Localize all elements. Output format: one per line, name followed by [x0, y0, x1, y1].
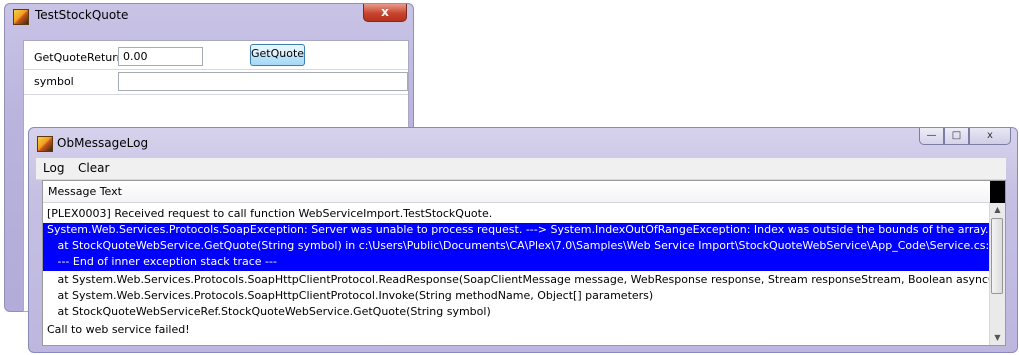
maximize-button[interactable]: □ [944, 128, 969, 145]
minimize-button[interactable]: — [919, 128, 944, 145]
list-item-selected[interactable]: at StockQuoteWebService.GetQuote(String … [43, 239, 991, 255]
list-item[interactable]: at StockQuoteWebServiceRef.StockQuoteWeb… [43, 305, 991, 321]
close-button[interactable]: x [969, 128, 1011, 145]
vertical-scrollbar[interactable]: ▲ ▼ [989, 203, 1005, 345]
app-icon [13, 9, 29, 25]
divider [24, 69, 408, 70]
list-item[interactable]: at System.Web.Services.Protocols.SoapHtt… [43, 289, 991, 305]
getquotereturn-label: GetQuoteReturn [34, 51, 124, 64]
menu-log[interactable]: Log [43, 161, 64, 175]
symbol-label: symbol [34, 75, 74, 88]
window-controls: — □ x [919, 128, 1011, 146]
menu-clear[interactable]: Clear [78, 161, 109, 175]
list-item[interactable]: [PLEX0003] Received request to call func… [43, 207, 991, 223]
header-corner [990, 181, 1005, 203]
app-icon [37, 136, 53, 152]
window-title: TestStockQuote [35, 8, 129, 22]
getquote-button[interactable]: GetQuote [250, 44, 305, 66]
list-item[interactable]: Call to web service failed! [43, 323, 991, 339]
menu-bar: Log Clear [36, 158, 1006, 180]
message-list[interactable]: Message Text [PLEX0003] Received request… [42, 180, 1006, 346]
getquotereturn-field[interactable]: 0.00 [118, 47, 203, 66]
symbol-field[interactable] [118, 72, 408, 91]
column-header-message-text[interactable]: Message Text [43, 181, 991, 203]
list-item-selected[interactable]: System.Web.Services.Protocols.SoapExcept… [43, 223, 991, 239]
scroll-thumb[interactable] [991, 218, 1003, 294]
teststockquote-titlebar[interactable]: TestStockQuote [5, 4, 413, 28]
list-item[interactable]: at System.Web.Services.Protocols.SoapHtt… [43, 273, 991, 289]
list-item-selected[interactable]: --- End of inner exception stack trace -… [43, 255, 991, 271]
divider [24, 94, 408, 95]
scroll-down-icon[interactable]: ▼ [990, 331, 1005, 345]
obmessagelog-window: ObMessageLog — □ x Log Clear Message Tex… [28, 127, 1018, 353]
close-button[interactable]: x [363, 4, 407, 22]
scroll-up-icon[interactable]: ▲ [990, 203, 1005, 217]
window-title: ObMessageLog [57, 136, 149, 150]
